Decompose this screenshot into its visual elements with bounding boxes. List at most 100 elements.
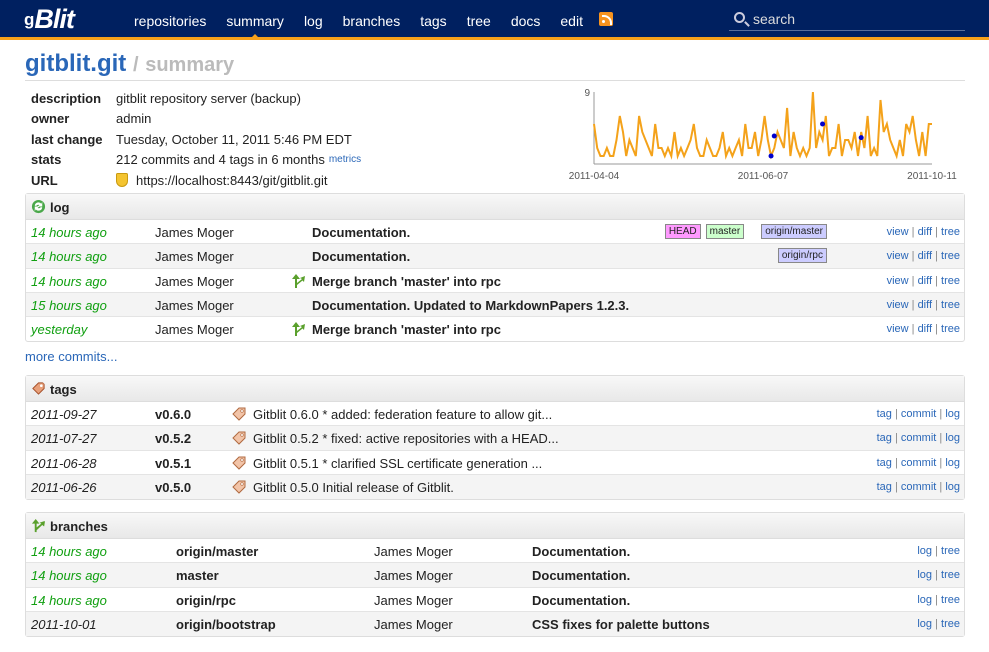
table-row[interactable]: 2011-07-27 v0.5.2 Gitblit 0.5.2 * fixed: a… [26, 426, 964, 451]
commit-author[interactable]: James Moger [155, 322, 234, 337]
row-link-tag[interactable]: tag [877, 457, 892, 469]
row-link-commit[interactable]: commit [901, 481, 936, 493]
tag-name[interactable]: v0.6.0 [155, 407, 191, 422]
nav-docs[interactable]: docs [501, 0, 551, 40]
commit-author[interactable]: James Moger [155, 274, 234, 289]
row-link-tree[interactable]: tree [941, 323, 960, 335]
row-link-commit[interactable]: commit [901, 408, 936, 420]
row-link-tree[interactable]: tree [941, 594, 960, 606]
commit-message[interactable]: Merge branch 'master' into rpc [312, 274, 501, 289]
table-row[interactable]: 2011-10-01 origin/bootstrap James Moger CSS… [26, 611, 964, 637]
tags-header[interactable]: tags [26, 376, 964, 402]
row-link-tree[interactable]: tree [941, 569, 960, 581]
row-link-commit[interactable]: commit [901, 457, 936, 469]
tag-name[interactable]: v0.5.1 [155, 456, 191, 471]
table-row[interactable]: 2011-06-26 v0.5.0 Gitblit 0.5.0 Initial re… [26, 474, 964, 500]
commit-author[interactable]: James Moger [155, 298, 234, 313]
tag-message[interactable]: Gitblit 0.5.2 * fixed: active repositori… [253, 431, 559, 446]
row-link-tag[interactable]: tag [877, 432, 892, 444]
repository-name-link[interactable]: gitblit.git [25, 50, 126, 77]
branch-name[interactable]: origin/rpc [176, 593, 236, 608]
tag-message[interactable]: Gitblit 0.5.0 Initial release of Gitblit… [253, 480, 454, 495]
nav-summary[interactable]: summary [216, 0, 294, 40]
row-link-diff[interactable]: diff [918, 299, 932, 311]
row-link-view[interactable]: view [887, 275, 909, 287]
row-link-log[interactable]: log [917, 618, 932, 630]
table-row[interactable]: 14 hours ago master James Moger Documentati… [26, 563, 964, 588]
row-link-tree[interactable]: tree [941, 618, 960, 630]
row-link-log[interactable]: log [917, 594, 932, 606]
log-header[interactable]: log [26, 194, 964, 220]
nav-repositories[interactable]: repositories [124, 0, 216, 40]
tag-message[interactable]: Gitblit 0.6.0 * added: federation featur… [253, 407, 552, 422]
ref-badge[interactable]: master [705, 224, 745, 239]
table-row[interactable]: yesterday James Moger Merge branch 'master… [26, 317, 964, 341]
nav-edit[interactable]: edit [550, 0, 593, 40]
row-link-tag[interactable]: tag [877, 408, 892, 420]
row-link-tree[interactable]: tree [941, 226, 960, 238]
row-link-view[interactable]: view [887, 323, 909, 335]
branch-message[interactable]: Documentation. [532, 593, 630, 608]
row-link-log[interactable]: log [917, 569, 932, 581]
search-field[interactable]: search [729, 9, 965, 31]
row-links: view | diff | tree [887, 275, 960, 287]
table-row[interactable]: 14 hours ago origin/master James Moger Docu… [26, 539, 964, 564]
commit-author[interactable]: James Moger [155, 249, 234, 264]
table-row[interactable]: 14 hours ago origin/rpc James Moger Documen… [26, 588, 964, 612]
table-row[interactable]: 14 hours ago James Moger Documentation. ori… [26, 244, 964, 269]
branch-message[interactable]: CSS fixes for palette buttons [532, 617, 710, 632]
row-link-diff[interactable]: diff [918, 275, 932, 287]
commit-message[interactable]: Documentation. [312, 225, 410, 240]
gitblit-logo[interactable]: gBlit [24, 4, 75, 35]
branch-name[interactable]: master [176, 568, 219, 583]
commit-author[interactable]: James Moger [155, 225, 234, 240]
ref-badge[interactable]: origin/master [761, 224, 827, 239]
table-row[interactable]: 14 hours ago James Moger Merge branch 'mas… [26, 269, 964, 293]
branch-author[interactable]: James Moger [374, 593, 453, 608]
branches-header[interactable]: branches [26, 513, 964, 539]
nav-branches[interactable]: branches [333, 0, 411, 40]
row-link-diff[interactable]: diff [918, 323, 932, 335]
ref-badge[interactable]: origin/rpc [777, 248, 827, 264]
row-link-diff[interactable]: diff [918, 226, 932, 238]
row-link-diff[interactable]: diff [918, 250, 932, 262]
commit-message[interactable]: Merge branch 'master' into rpc [312, 322, 501, 337]
tag-name[interactable]: v0.5.0 [155, 480, 191, 495]
row-link-tag[interactable]: tag [877, 481, 892, 493]
nav-tree[interactable]: tree [457, 0, 501, 40]
branch-author[interactable]: James Moger [374, 568, 453, 583]
more-commits-link[interactable]: more commits... [25, 349, 117, 364]
branch-author[interactable]: James Moger [374, 617, 453, 632]
branch-name[interactable]: origin/bootstrap [176, 617, 276, 632]
row-link-log[interactable]: log [945, 432, 960, 444]
branch-message[interactable]: Documentation. [532, 568, 630, 583]
row-link-view[interactable]: view [887, 250, 909, 262]
row-link-log[interactable]: log [945, 408, 960, 420]
nav-log[interactable]: log [294, 0, 333, 40]
branch-name[interactable]: origin/master [176, 544, 258, 559]
row-link-view[interactable]: view [887, 226, 909, 238]
row-link-view[interactable]: view [887, 299, 909, 311]
row-link-tree[interactable]: tree [941, 545, 960, 557]
table-row[interactable]: 14 hours ago James Moger Documentation. ori… [26, 220, 964, 245]
tag-name[interactable]: v0.5.2 [155, 431, 191, 446]
branch-message[interactable]: Documentation. [532, 544, 630, 559]
row-link-tree[interactable]: tree [941, 250, 960, 262]
tag-message[interactable]: Gitblit 0.5.1 * clarified SSL certificat… [253, 456, 542, 471]
commit-message[interactable]: Documentation. Updated to MarkdownPapers… [312, 298, 629, 313]
row-link-log[interactable]: log [945, 481, 960, 493]
table-row[interactable]: 15 hours ago James Moger Documentation. Up… [26, 292, 964, 318]
commit-message[interactable]: Documentation. [312, 249, 410, 264]
row-link-commit[interactable]: commit [901, 432, 936, 444]
row-link-tree[interactable]: tree [941, 299, 960, 311]
row-link-tree[interactable]: tree [941, 275, 960, 287]
table-row[interactable]: 2011-09-27 v0.6.0 Gitblit 0.6.0 * added: f… [26, 402, 964, 427]
row-link-log[interactable]: log [945, 457, 960, 469]
nav-tags[interactable]: tags [410, 0, 456, 40]
branch-author[interactable]: James Moger [374, 544, 453, 559]
ref-badge[interactable]: HEAD [664, 224, 701, 239]
table-row[interactable]: 2011-06-28 v0.5.1 Gitblit 0.5.1 * clarifie… [26, 451, 964, 475]
metrics-link[interactable]: metrics [329, 154, 361, 165]
row-link-log[interactable]: log [917, 545, 932, 557]
rss-feed-icon[interactable] [598, 12, 613, 26]
